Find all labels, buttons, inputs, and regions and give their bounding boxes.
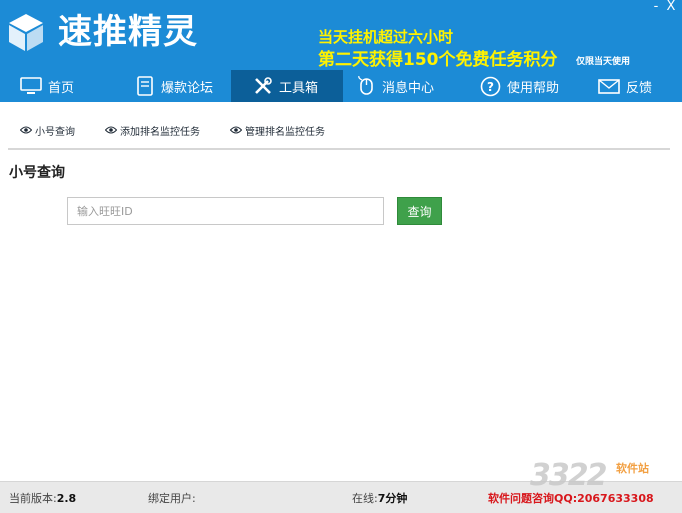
svg-text:?: ? xyxy=(487,80,494,94)
mouse-icon xyxy=(358,76,373,95)
nav-messages-label: 消息中心 xyxy=(382,80,435,96)
eye-icon xyxy=(230,126,242,134)
mail-icon xyxy=(598,79,620,94)
main-nav: 首页 爆款论坛 工具箱 消息中心 ? 使用帮助 反馈 xyxy=(0,70,682,102)
subtab-divider xyxy=(8,148,670,150)
nav-toolbox[interactable]: 工具箱 xyxy=(231,70,343,102)
minimize-button[interactable]: - xyxy=(649,0,663,16)
subtab-label: 小号查询 xyxy=(35,126,75,138)
nav-home-label: 首页 xyxy=(48,80,75,96)
eye-icon xyxy=(20,126,32,134)
online-value: 7分钟 xyxy=(377,492,408,505)
online-label: 在线: xyxy=(352,492,378,505)
watermark-text: 软件站 xyxy=(616,462,649,475)
section-title: 小号查询 xyxy=(9,165,65,181)
online-status: 在线:7分钟 xyxy=(352,490,407,506)
cube-logo-icon xyxy=(9,14,43,51)
nav-home[interactable]: 首页 xyxy=(20,70,120,102)
subtab-label: 添加排名监控任务 xyxy=(120,126,200,138)
book-icon xyxy=(137,76,153,96)
nav-forum[interactable]: 爆款论坛 xyxy=(135,70,235,102)
watermark-number: 3322 xyxy=(530,458,607,493)
nav-messages[interactable]: 消息中心 xyxy=(356,70,456,102)
bound-user-label: 绑定用户: xyxy=(148,492,196,505)
query-button[interactable]: 查询 xyxy=(397,197,442,225)
nav-feedback-label: 反馈 xyxy=(626,80,653,96)
nav-help[interactable]: ? 使用帮助 xyxy=(480,70,580,102)
nav-toolbox-label: 工具箱 xyxy=(279,80,319,96)
title-bar: 速推精灵 当天挂机超过六小时 第二天获得150个免费任务积分 仅限当天使用 - … xyxy=(0,0,682,70)
subtab-manage-rank-monitor[interactable]: 管理排名监控任务 xyxy=(230,120,325,140)
promo-line-2: 第二天获得150个免费任务积分 xyxy=(318,50,558,70)
nav-feedback[interactable]: 反馈 xyxy=(598,70,678,102)
close-button[interactable]: X xyxy=(664,0,678,16)
monitor-icon xyxy=(20,77,42,94)
help-icon: ? xyxy=(480,76,501,96)
version-value: 2.8 xyxy=(56,492,77,505)
subtab-label: 管理排名监控任务 xyxy=(245,126,325,138)
tools-icon xyxy=(255,77,272,94)
promo-line-1: 当天挂机超过六小时 xyxy=(318,28,454,46)
subtab-add-rank-monitor[interactable]: 添加排名监控任务 xyxy=(105,120,200,140)
wangwang-id-input[interactable] xyxy=(67,197,384,225)
subtab-account-query[interactable]: 小号查询 xyxy=(20,120,75,140)
nav-help-label: 使用帮助 xyxy=(507,80,560,96)
eye-icon xyxy=(105,126,117,134)
promo-note: 仅限当天使用 xyxy=(576,57,631,67)
nav-forum-label: 爆款论坛 xyxy=(161,80,214,96)
version-status: 当前版本:2.8 xyxy=(9,490,76,506)
version-label: 当前版本: xyxy=(9,492,57,505)
app-title: 速推精灵 xyxy=(58,12,198,52)
